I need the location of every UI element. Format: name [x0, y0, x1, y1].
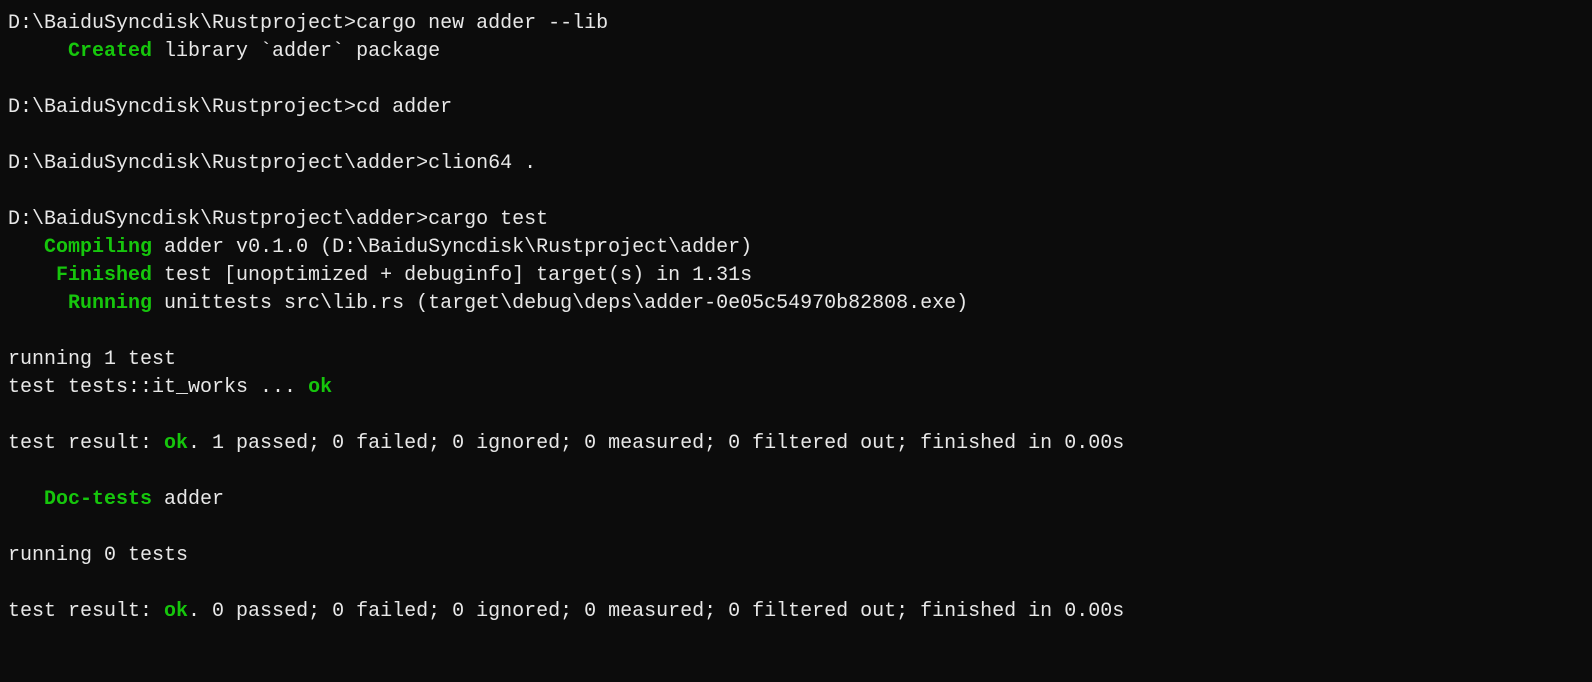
status-details: adder — [152, 488, 224, 511]
prompt-path: D:\BaiduSyncdisk\Rustproject> — [8, 12, 356, 35]
prompt-path: D:\BaiduSyncdisk\Rustproject> — [8, 96, 356, 119]
status-line: Compiling adder v0.1.0 (D:\BaiduSyncdisk… — [8, 234, 1584, 262]
status-line: Finished test [unoptimized + debuginfo] … — [8, 262, 1584, 290]
test-name: test tests::it_works ... — [8, 376, 308, 399]
status-line: Created library `adder` package — [8, 38, 1584, 66]
result-prefix: test result: — [8, 432, 164, 455]
blank-line — [8, 318, 1584, 346]
status-details: test [unoptimized + debuginfo] target(s)… — [152, 264, 752, 287]
status-details: unittests src\lib.rs (target\debug\deps\… — [152, 292, 968, 315]
prompt-path: D:\BaiduSyncdisk\Rustproject\adder> — [8, 152, 428, 175]
status-label: Created — [68, 40, 152, 63]
status-label: Compiling — [44, 236, 152, 259]
status-details: library `adder` package — [152, 40, 440, 63]
command-text: cargo test — [428, 208, 548, 231]
prompt-path: D:\BaiduSyncdisk\Rustproject\adder> — [8, 208, 428, 231]
result-summary-line: test result: ok. 0 passed; 0 failed; 0 i… — [8, 598, 1584, 626]
status-label: Finished — [56, 264, 152, 287]
output-line: running 0 tests — [8, 542, 1584, 570]
terminal-output[interactable]: D:\BaiduSyncdisk\Rustproject>cargo new a… — [8, 10, 1584, 626]
result-summary-line: test result: ok. 1 passed; 0 failed; 0 i… — [8, 430, 1584, 458]
result-details: . 0 passed; 0 failed; 0 ignored; 0 measu… — [188, 600, 1124, 623]
output-line: running 1 test — [8, 346, 1584, 374]
blank-line — [8, 570, 1584, 598]
status-line: Doc-tests adder — [8, 486, 1584, 514]
test-result: ok — [308, 376, 332, 399]
result-details: . 1 passed; 0 failed; 0 ignored; 0 measu… — [188, 432, 1124, 455]
status-details: adder v0.1.0 (D:\BaiduSyncdisk\Rustproje… — [152, 236, 752, 259]
result-status: ok — [164, 432, 188, 455]
prompt-line: D:\BaiduSyncdisk\Rustproject>cd adder — [8, 94, 1584, 122]
prompt-line: D:\BaiduSyncdisk\Rustproject>cargo new a… — [8, 10, 1584, 38]
status-line: Running unittests src\lib.rs (target\deb… — [8, 290, 1584, 318]
command-text: cargo new adder --lib — [356, 12, 608, 35]
blank-line — [8, 66, 1584, 94]
prompt-line: D:\BaiduSyncdisk\Rustproject\adder>clion… — [8, 150, 1584, 178]
result-status: ok — [164, 600, 188, 623]
command-text: cd adder — [356, 96, 452, 119]
blank-line — [8, 178, 1584, 206]
blank-line — [8, 514, 1584, 542]
command-text: clion64 . — [428, 152, 536, 175]
status-label: Running — [68, 292, 152, 315]
blank-line — [8, 402, 1584, 430]
blank-line — [8, 122, 1584, 150]
test-line: test tests::it_works ... ok — [8, 374, 1584, 402]
status-label: Doc-tests — [44, 488, 152, 511]
prompt-line: D:\BaiduSyncdisk\Rustproject\adder>cargo… — [8, 206, 1584, 234]
result-prefix: test result: — [8, 600, 164, 623]
blank-line — [8, 458, 1584, 486]
